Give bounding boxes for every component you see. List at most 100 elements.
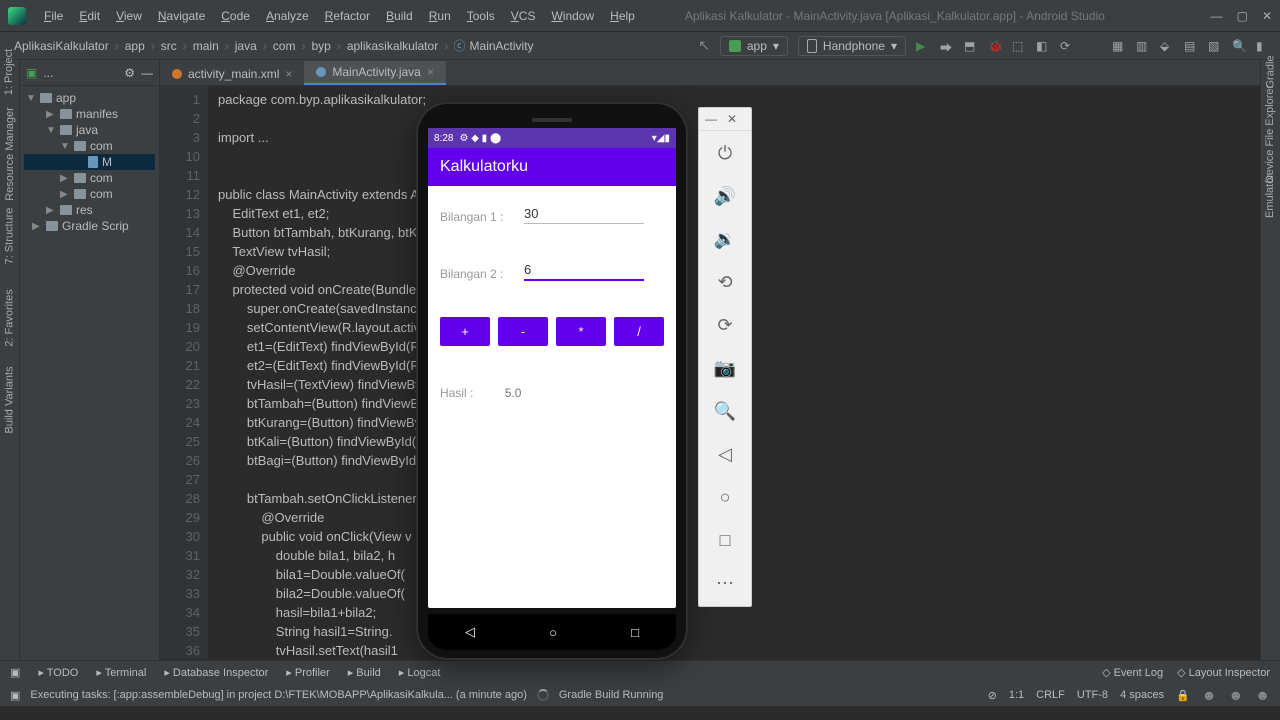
menu-file[interactable]: File: [36, 7, 71, 25]
minimize-button[interactable]: —: [1211, 9, 1223, 23]
maximize-button[interactable]: ▢: [1237, 9, 1248, 23]
status-bg-icon[interactable]: ▣: [10, 689, 20, 702]
nav-back-icon[interactable]: ↖: [698, 37, 710, 54]
tree-item[interactable]: ▼ com: [24, 138, 155, 154]
run-config-dropdown[interactable]: app ▾: [720, 36, 788, 56]
emulator-volume-down-button[interactable]: 🔉: [714, 229, 736, 250]
tree-item[interactable]: ▼ java: [24, 122, 155, 138]
profile-icon[interactable]: 🐞: [988, 39, 1002, 53]
avd-icon[interactable]: ▦: [1112, 39, 1126, 53]
menu-window[interactable]: Window: [543, 7, 602, 25]
tool-build-variants-tab[interactable]: Build Variants: [4, 366, 16, 433]
tree-root[interactable]: ▼ app: [24, 90, 155, 106]
attach-icon[interactable]: ⬚: [1012, 39, 1026, 53]
emulator-power-button[interactable]: ⏻: [718, 143, 732, 164]
tool-project-tab[interactable]: 1: Project: [4, 49, 16, 95]
menu-vcs[interactable]: VCS: [503, 7, 544, 25]
tool-window-icon[interactable]: ▣: [10, 666, 20, 679]
bottom-tool-layout-inspector[interactable]: ◇ Layout Inspector: [1177, 666, 1270, 679]
sync-icon[interactable]: ⟳: [1060, 39, 1074, 53]
emulator-more-button[interactable]: ⋯: [716, 573, 734, 594]
breadcrumb-item[interactable]: aplikasikalkulator: [343, 39, 442, 53]
emulator-back-button[interactable]: ◁: [718, 444, 732, 465]
breadcrumb-item[interactable]: byp: [307, 39, 334, 53]
tool5-icon[interactable]: ▧: [1208, 39, 1222, 53]
nav-back-button[interactable]: ◁: [465, 624, 475, 640]
bottom-tool-terminal[interactable]: ▸ Terminal: [96, 666, 146, 679]
emulator-zoom-button[interactable]: 🔍: [714, 401, 736, 422]
debug-icon[interactable]: ⮕: [940, 39, 954, 53]
bottom-tool-database-inspector[interactable]: ▸ Database Inspector: [164, 666, 268, 679]
menu-view[interactable]: View: [108, 7, 150, 25]
tree-item[interactable]: ▶ manifes: [24, 106, 155, 122]
settings-icon[interactable]: ▮: [1256, 39, 1270, 53]
tool-structure-tab[interactable]: 7: Structure: [4, 208, 16, 265]
emulator-rotate-right-button[interactable]: ⟳: [717, 315, 732, 336]
sdk-icon[interactable]: ▥: [1136, 39, 1150, 53]
bottom-tool-build[interactable]: ▸ Build: [348, 666, 381, 679]
android-view-icon[interactable]: ▣: [26, 66, 37, 80]
tree-item[interactable]: ▶ Gradle Scrip: [24, 218, 155, 234]
input1-field[interactable]: [524, 204, 644, 224]
tool-device-file-explorer-tab[interactable]: Device File Explorer: [1265, 85, 1277, 183]
editor-tab[interactable]: MainActivity.java×: [304, 61, 446, 85]
calc-button-divide[interactable]: /: [614, 317, 664, 346]
bottom-tool-logcat[interactable]: ▸ Logcat: [399, 666, 441, 679]
encoding[interactable]: UTF-8: [1077, 689, 1108, 701]
calc-button-multiply[interactable]: *: [556, 317, 606, 346]
resource-icon[interactable]: ⬙: [1160, 39, 1174, 53]
emulator-home-button[interactable]: ○: [720, 487, 731, 508]
tree-item[interactable]: ▶ res: [24, 202, 155, 218]
breadcrumb-item[interactable]: src: [157, 39, 181, 53]
line-ending[interactable]: CRLF: [1036, 689, 1065, 701]
bottom-tool-profiler[interactable]: ▸ Profiler: [286, 666, 329, 679]
inspections-face-icon[interactable]: ☻: [1202, 687, 1217, 703]
calc-button-minus[interactable]: -: [498, 317, 548, 346]
collapse-icon[interactable]: —: [141, 66, 153, 80]
nav-home-button[interactable]: ○: [549, 625, 557, 640]
emulator-screenshot-button[interactable]: 📷: [714, 358, 736, 379]
menu-tools[interactable]: Tools: [459, 7, 503, 25]
menu-code[interactable]: Code: [213, 7, 258, 25]
close-button[interactable]: ✕: [1262, 9, 1272, 23]
emulator-overview-button[interactable]: □: [720, 530, 731, 551]
menu-edit[interactable]: Edit: [71, 7, 108, 25]
input2-field[interactable]: [524, 260, 644, 281]
search-icon[interactable]: 🔍: [1232, 39, 1246, 53]
menu-help[interactable]: Help: [602, 7, 643, 25]
menu-navigate[interactable]: Navigate: [150, 7, 213, 25]
coverage-icon[interactable]: ⬒: [964, 39, 978, 53]
emulator-screen[interactable]: 8:28 ⚙ ◆ ▮ ⬤ ▾◢▮ Kalkulatorku Bilangan 1…: [428, 128, 676, 608]
tree-item[interactable]: M: [24, 154, 155, 170]
stop-process-icon[interactable]: ⊘: [988, 689, 997, 702]
tool-resource-manager-tab[interactable]: Resource Manager: [4, 107, 16, 201]
bottom-tool-event-log[interactable]: ◇ Event Log: [1102, 666, 1163, 679]
emulator-close-button[interactable]: ✕: [727, 112, 737, 126]
emulator-minimize-button[interactable]: —: [705, 112, 717, 126]
breadcrumb-item[interactable]: java: [231, 39, 261, 53]
power-save-face-icon[interactable]: ☻: [1255, 687, 1270, 703]
settings-gear-icon[interactable]: ⚙: [124, 66, 135, 80]
tree-item[interactable]: ▶ com: [24, 170, 155, 186]
breadcrumb-item[interactable]: AplikasiKalkulator: [10, 39, 113, 53]
emulator-volume-up-button[interactable]: 🔊: [714, 186, 736, 207]
readonly-lock-icon[interactable]: 🔒: [1176, 689, 1190, 702]
breadcrumb-item[interactable]: com: [269, 39, 300, 53]
tool-favorites-tab[interactable]: 2: Favorites: [4, 289, 16, 346]
breadcrumb-item[interactable]: main: [189, 39, 223, 53]
indent-setting[interactable]: 4 spaces: [1120, 689, 1164, 701]
breadcrumb-item[interactable]: MainActivity: [466, 39, 538, 53]
nav-recents-button[interactable]: □: [631, 625, 639, 640]
bottom-tool-todo[interactable]: ▸ TODO: [38, 666, 78, 679]
menu-analyze[interactable]: Analyze: [258, 7, 317, 25]
run-icon[interactable]: ▶: [916, 39, 930, 53]
tree-item[interactable]: ▶ com: [24, 186, 155, 202]
memory-face-icon[interactable]: ☻: [1229, 687, 1244, 703]
menu-build[interactable]: Build: [378, 7, 421, 25]
editor-content[interactable]: package com.byp.aplikasikalkulator; impo…: [208, 86, 453, 659]
tool-emulator-tab[interactable]: Emulator: [1265, 174, 1277, 218]
device-dropdown[interactable]: Handphone ▾: [798, 36, 906, 56]
breadcrumb-item[interactable]: app: [121, 39, 149, 53]
menu-run[interactable]: Run: [421, 7, 459, 25]
layout-icon[interactable]: ▤: [1184, 39, 1198, 53]
